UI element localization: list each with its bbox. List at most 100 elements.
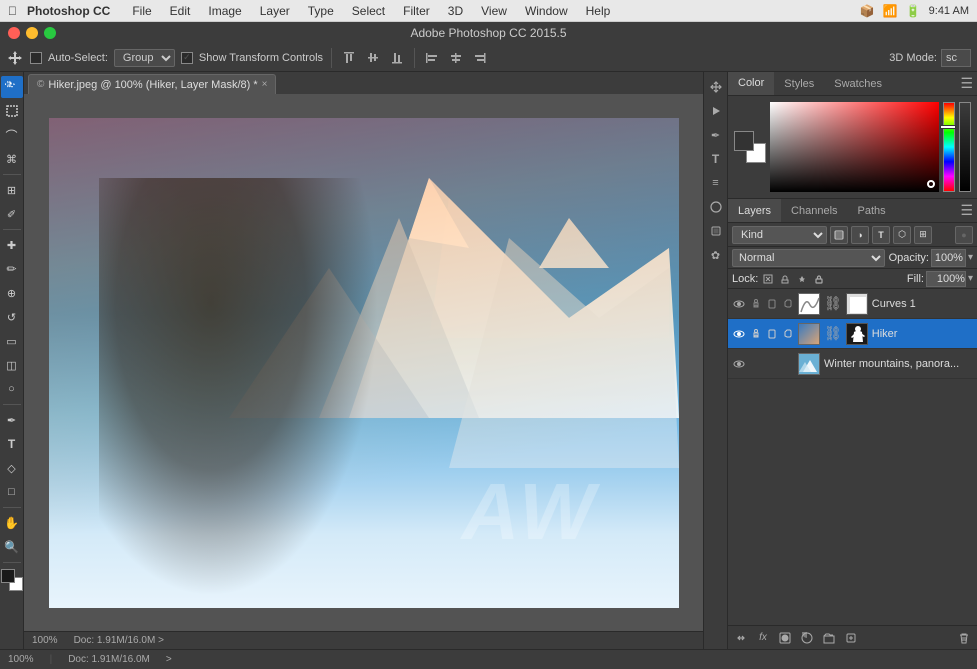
align-hcenter-icon[interactable] — [447, 49, 465, 67]
shape-btn[interactable]: □ — [1, 481, 23, 503]
pen-btn[interactable]: ✒ — [1, 409, 23, 431]
right-type-icon[interactable]: T — [705, 148, 727, 170]
fg-bg-swatch[interactable] — [1, 569, 23, 591]
lasso-btn[interactable]: ⌒ — [1, 124, 23, 146]
lock-position-btn[interactable] — [795, 272, 809, 286]
align-top-icon[interactable] — [340, 49, 358, 67]
align-bottom-icon[interactable] — [388, 49, 406, 67]
align-vcenter-icon[interactable] — [364, 49, 382, 67]
clone-stamp-btn[interactable]: ⊕ — [1, 282, 23, 304]
tab-channels[interactable]: Channels — [781, 199, 847, 222]
eyedropper-btn[interactable]: ✐ — [1, 203, 23, 225]
right-play-icon[interactable] — [705, 100, 727, 122]
menu-file[interactable]: File — [124, 2, 159, 20]
menu-layer[interactable]: Layer — [252, 2, 298, 20]
layer-eye-mountains[interactable] — [732, 357, 746, 371]
tab-styles[interactable]: Styles — [774, 72, 824, 95]
new-group-btn[interactable] — [820, 629, 838, 647]
dodge-btn[interactable]: ○ — [1, 378, 23, 400]
right-flower-icon[interactable]: ✿ — [705, 244, 727, 266]
3d-sc-input[interactable]: sc — [941, 49, 971, 67]
menu-type[interactable]: Type — [300, 2, 342, 20]
link-layers-btn[interactable] — [732, 629, 750, 647]
layer-row-mountains[interactable]: Winter mountains, panora... — [728, 349, 977, 379]
move-tool-btn[interactable] — [1, 76, 23, 98]
move-options-icon[interactable] — [6, 49, 24, 67]
layer-eye-hiker[interactable] — [732, 327, 746, 341]
magic-wand-btn[interactable]: ⌘ — [1, 148, 23, 170]
menu-edit[interactable]: Edit — [162, 2, 199, 20]
delete-layer-btn[interactable] — [955, 629, 973, 647]
align-right-icon[interactable] — [471, 49, 489, 67]
brush-btn[interactable]: ✏ — [1, 258, 23, 280]
layer-row-hiker[interactable]: ⛓ Hiker — [728, 319, 977, 349]
doc-arrow[interactable]: > — [158, 635, 164, 646]
filter-toggle-btn[interactable]: ● — [955, 226, 973, 244]
filter-pixel-btn[interactable] — [830, 226, 848, 244]
color-panel-menu-btn[interactable]: ☰ — [960, 75, 973, 92]
menu-select[interactable]: Select — [344, 2, 393, 20]
auto-select-checkbox[interactable] — [30, 52, 42, 64]
opacity-input[interactable] — [931, 249, 966, 267]
lock-transparent-btn[interactable] — [761, 272, 775, 286]
tab-layers[interactable]: Layers — [728, 199, 781, 222]
foreground-color-swatch[interactable] — [1, 569, 15, 583]
menu-3d[interactable]: 3D — [440, 2, 471, 20]
right-text-icon[interactable]: ≡ — [705, 172, 727, 194]
close-button[interactable] — [8, 27, 20, 39]
path-selection-btn[interactable]: ◇ — [1, 457, 23, 479]
layer-eye-curves1[interactable] — [732, 297, 746, 311]
layers-panel-menu-btn[interactable]: ☰ — [960, 202, 973, 219]
hue-slider[interactable] — [943, 102, 955, 192]
kind-filter-dropdown[interactable]: Kind Name Effect Mode Attribute Color Sm… — [732, 226, 827, 244]
fg-color-box[interactable] — [734, 131, 754, 151]
layer-chain-curves1[interactable]: ⛓ — [824, 295, 842, 312]
filter-shape-btn[interactable]: ⬡ — [893, 226, 911, 244]
apple-menu[interactable]:  — [8, 4, 17, 18]
blend-mode-dropdown[interactable]: Normal Dissolve Darken Multiply Color Bu… — [732, 249, 885, 267]
rectangular-marquee-btn[interactable] — [1, 100, 23, 122]
tab-color[interactable]: Color — [728, 72, 774, 95]
right-move-icon[interactable] — [705, 76, 727, 98]
doc-info-arrow[interactable]: > — [166, 654, 172, 665]
tab-paths[interactable]: Paths — [848, 199, 896, 222]
minimize-button[interactable] — [26, 27, 38, 39]
canvas-tab[interactable]: © Hiker.jpeg @ 100% (Hiker, Layer Mask/8… — [28, 74, 276, 94]
right-circle-icon[interactable] — [705, 196, 727, 218]
filter-adjustment-btn[interactable]: ◑ — [851, 226, 869, 244]
layers-list[interactable]: ⛓ Curves 1 — [728, 289, 977, 625]
eraser-btn[interactable]: ▭ — [1, 330, 23, 352]
fill-input[interactable] — [926, 271, 966, 287]
menu-view[interactable]: View — [473, 2, 515, 20]
lock-image-btn[interactable] — [778, 272, 792, 286]
group-dropdown[interactable]: Group Layer — [114, 49, 175, 67]
menu-filter[interactable]: Filter — [395, 2, 438, 20]
lock-all-btn[interactable] — [812, 272, 826, 286]
right-pen-icon[interactable]: ✒ — [705, 124, 727, 146]
history-brush-btn[interactable]: ↺ — [1, 306, 23, 328]
new-layer-btn[interactable] — [842, 629, 860, 647]
filter-smart-btn[interactable]: ⊞ — [914, 226, 932, 244]
menu-window[interactable]: Window — [517, 2, 576, 20]
healing-brush-btn[interactable]: ✚ — [1, 234, 23, 256]
crop-btn[interactable]: ⊞ — [1, 179, 23, 201]
tab-swatches[interactable]: Swatches — [824, 72, 892, 95]
alpha-slider[interactable] — [959, 102, 971, 192]
tab-close-btn[interactable]: × — [262, 79, 268, 90]
right-3d-icon[interactable] — [705, 220, 727, 242]
menu-image[interactable]: Image — [200, 2, 249, 20]
menu-help[interactable]: Help — [578, 2, 619, 20]
layer-chain-hiker[interactable]: ⛓ — [824, 325, 842, 342]
opacity-arrow[interactable]: ▾ — [968, 252, 973, 263]
color-picker-gradient[interactable] — [770, 102, 939, 192]
zoom-btn[interactable]: 🔍 — [1, 536, 23, 558]
layer-fx-btn[interactable]: fx — [754, 629, 772, 647]
add-mask-btn[interactable] — [776, 629, 794, 647]
align-left-icon[interactable] — [423, 49, 441, 67]
app-name[interactable]: Photoshop CC — [27, 4, 110, 18]
type-btn[interactable]: T — [1, 433, 23, 455]
hand-btn[interactable]: ✋ — [1, 512, 23, 534]
adjustment-layer-btn[interactable] — [798, 629, 816, 647]
layer-row-curves1[interactable]: ⛓ Curves 1 — [728, 289, 977, 319]
fill-arrow[interactable]: ▾ — [968, 273, 973, 284]
